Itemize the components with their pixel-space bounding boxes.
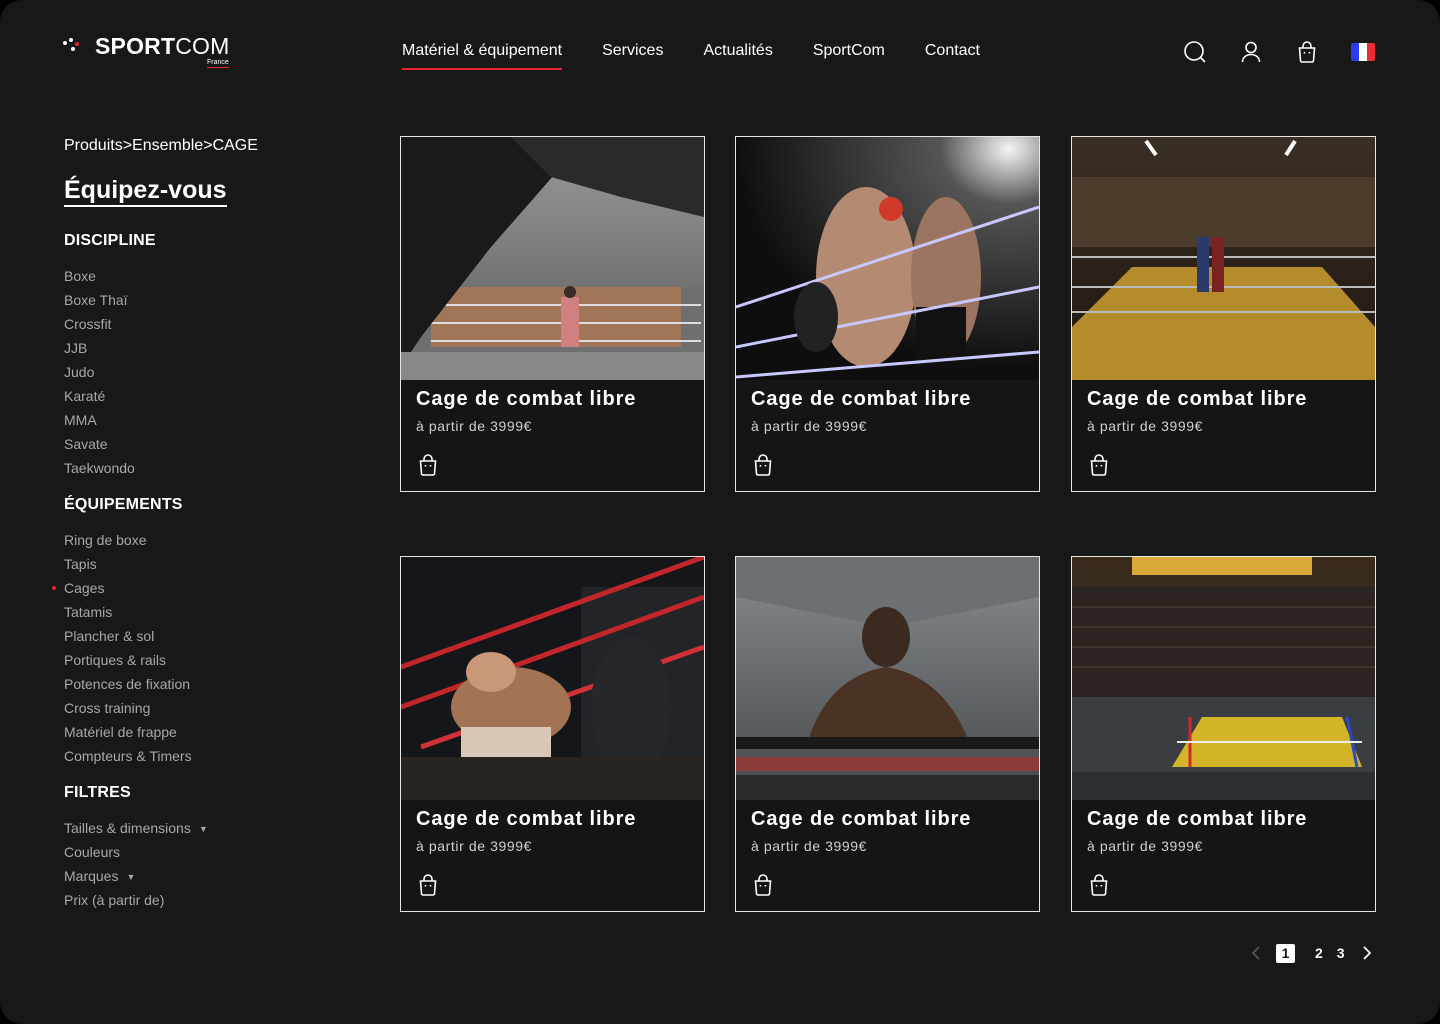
product-price: à partir de 3999€ bbox=[751, 838, 868, 854]
filter-label: Prix (à partir de) bbox=[64, 892, 165, 908]
product-image bbox=[1072, 137, 1375, 380]
equipement-item[interactable]: Tatamis bbox=[64, 600, 192, 624]
product-title: Cage de combat libre bbox=[751, 808, 972, 830]
equipement-item[interactable]: Compteurs & Timers bbox=[64, 744, 192, 768]
nav-item-contact[interactable]: Contact bbox=[925, 42, 980, 66]
nav-item-materiel[interactable]: Matériel & équipement bbox=[402, 42, 563, 70]
logo-region: France bbox=[207, 59, 229, 68]
product-card[interactable]: Cage de combat libre à partir de 3999€ bbox=[400, 556, 705, 912]
discipline-item[interactable]: Judo bbox=[64, 360, 156, 384]
filter-label: Couleurs bbox=[64, 844, 121, 860]
discipline-section: DISCIPLINE Boxe Boxe Thaï Crossfit JJB J… bbox=[64, 232, 156, 480]
product-price: à partir de 3999€ bbox=[1087, 838, 1204, 854]
equipement-item-selected[interactable]: Cages bbox=[52, 576, 192, 600]
breadcrumb[interactable]: Produits>Ensemble>CAGE bbox=[64, 137, 258, 155]
add-to-cart-icon[interactable] bbox=[416, 873, 440, 897]
page-button-current[interactable]: 1 bbox=[1276, 943, 1295, 963]
discipline-item[interactable]: Taekwondo bbox=[64, 456, 156, 480]
equipement-item[interactable]: Potences de fixation bbox=[64, 672, 192, 696]
product-card[interactable]: Cage de combat libre à partir de 3999€ bbox=[1071, 136, 1376, 492]
nav-item-sportcom[interactable]: SportCom bbox=[813, 42, 885, 66]
discipline-item[interactable]: Crossfit bbox=[64, 312, 156, 336]
product-card[interactable]: Cage de combat libre à partir de 3999€ bbox=[400, 136, 705, 492]
page-button[interactable]: 2 bbox=[1315, 945, 1323, 961]
next-page-icon[interactable] bbox=[1359, 943, 1375, 963]
filter-prix[interactable]: Prix (à partir de) bbox=[64, 888, 208, 912]
product-title: Cage de combat libre bbox=[416, 808, 637, 830]
add-to-cart-icon[interactable] bbox=[751, 453, 775, 477]
equipement-item[interactable]: Portiques & rails bbox=[64, 648, 192, 672]
product-card[interactable]: Cage de combat libre à partir de 3999€ bbox=[1071, 556, 1376, 912]
equipements-heading: ÉQUIPEMENTS bbox=[64, 496, 183, 513]
add-to-cart-icon[interactable] bbox=[1087, 453, 1111, 477]
page-title: Équipez-vous bbox=[64, 176, 227, 207]
product-price: à partir de 3999€ bbox=[1087, 418, 1204, 434]
search-icon[interactable] bbox=[1183, 40, 1207, 64]
discipline-item[interactable]: Karaté bbox=[64, 384, 156, 408]
product-image bbox=[1072, 557, 1375, 800]
discipline-item[interactable]: MMA bbox=[64, 408, 156, 432]
pagination: 1 2 3 bbox=[1248, 943, 1387, 963]
filter-couleurs[interactable]: Couleurs bbox=[64, 840, 208, 864]
add-to-cart-icon[interactable] bbox=[751, 873, 775, 897]
nav-item-services[interactable]: Services bbox=[602, 42, 663, 66]
product-price: à partir de 3999€ bbox=[416, 838, 533, 854]
header-actions bbox=[1183, 40, 1375, 64]
equipement-item[interactable]: Tapis bbox=[64, 552, 192, 576]
product-image bbox=[401, 557, 704, 800]
flag-fr-icon[interactable] bbox=[1351, 43, 1375, 61]
discipline-item[interactable]: Savate bbox=[64, 432, 156, 456]
main-nav: Matériel & équipement Services Actualité… bbox=[402, 42, 1020, 70]
page-button[interactable]: 3 bbox=[1337, 945, 1345, 961]
filtres-heading: FILTRES bbox=[64, 784, 131, 801]
product-title: Cage de combat libre bbox=[1087, 388, 1308, 410]
filtres-section: FILTRES Tailles & dimensions ▼ Couleurs M… bbox=[64, 784, 208, 912]
add-to-cart-icon[interactable] bbox=[416, 453, 440, 477]
discipline-heading: DISCIPLINE bbox=[64, 232, 156, 249]
discipline-item[interactable]: JJB bbox=[64, 336, 156, 360]
product-title: Cage de combat libre bbox=[1087, 808, 1308, 830]
filter-marques[interactable]: Marques ▼ bbox=[64, 864, 208, 888]
product-title: Cage de combat libre bbox=[751, 388, 972, 410]
equipements-section: ÉQUIPEMENTS Ring de boxe Tapis Cages Tat… bbox=[52, 496, 192, 768]
product-price: à partir de 3999€ bbox=[416, 418, 533, 434]
bag-icon[interactable] bbox=[1295, 40, 1319, 64]
product-title: Cage de combat libre bbox=[416, 388, 637, 410]
filter-tailles[interactable]: Tailles & dimensions ▼ bbox=[64, 816, 208, 840]
page: SPORTCOM France Matériel & équipement Se… bbox=[0, 0, 1440, 1024]
brand-logo[interactable]: SPORTCOM France bbox=[63, 33, 230, 68]
discipline-item[interactable]: Boxe bbox=[64, 264, 156, 288]
user-icon[interactable] bbox=[1239, 40, 1263, 64]
equipement-item[interactable]: Plancher & sol bbox=[64, 624, 192, 648]
product-card[interactable]: Cage de combat libre à partir de 3999€ bbox=[735, 136, 1040, 492]
equipement-item[interactable]: Matériel de frappe bbox=[64, 720, 192, 744]
product-card[interactable]: Cage de combat libre à partir de 3999€ bbox=[735, 556, 1040, 912]
filter-label: Tailles & dimensions bbox=[64, 820, 191, 836]
logo-wordmark: SPORTCOM bbox=[95, 33, 230, 59]
product-image bbox=[736, 137, 1039, 380]
add-to-cart-icon[interactable] bbox=[1087, 873, 1111, 897]
product-image bbox=[736, 557, 1039, 800]
equipement-item[interactable]: Cross training bbox=[64, 696, 192, 720]
product-image bbox=[401, 137, 704, 380]
filter-label: Marques bbox=[64, 868, 119, 884]
equipement-item[interactable]: Ring de boxe bbox=[64, 528, 192, 552]
caret-down-icon: ▼ bbox=[198, 824, 208, 834]
product-price: à partir de 3999€ bbox=[751, 418, 868, 434]
discipline-item[interactable]: Boxe Thaï bbox=[64, 288, 156, 312]
caret-down-icon: ▼ bbox=[126, 872, 136, 882]
prev-page-icon[interactable] bbox=[1248, 943, 1264, 963]
logo-mark-icon bbox=[63, 36, 85, 58]
nav-item-actualites[interactable]: Actualités bbox=[703, 42, 772, 66]
